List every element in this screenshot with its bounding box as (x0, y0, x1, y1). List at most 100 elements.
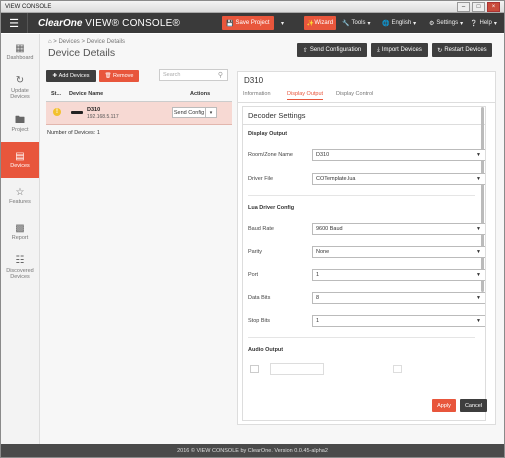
breadcrumb-device-details: Device Details (86, 39, 126, 45)
decoder-settings-panel: Decoder Settings Display Output Room/Zon… (242, 106, 486, 421)
driver-file-label: Driver File (248, 176, 274, 182)
save-project-button[interactable]: 💾 Save Project (222, 16, 274, 30)
close-button[interactable]: × (487, 1, 500, 12)
language-menu[interactable]: 🌐 English ▾ (382, 16, 416, 30)
add-devices-button[interactable]: ✚ Add Devices (46, 70, 96, 82)
main-content: ⌂ > Devices > Device Details Device Deta… (40, 34, 504, 444)
settings-menu[interactable]: ⚙ Settings ▾ (429, 16, 463, 30)
divider (248, 195, 475, 196)
baud-rate-select[interactable]: 9600 Baud ▼ (312, 223, 485, 235)
save-project-label: Save Project (235, 20, 270, 26)
save-icon: 💾 (226, 20, 236, 27)
apply-button[interactable]: Apply (432, 399, 456, 412)
restart-devices-button[interactable]: ↻ Restart Devices (432, 43, 492, 57)
port-value: 1 (316, 272, 320, 278)
sidebar-item-label: Discovered Devices (6, 267, 34, 281)
wizard-button[interactable]: ✨ Wizard (304, 16, 336, 30)
wizard-label: Wizard (314, 20, 334, 26)
tab-display-output[interactable]: Display Output (287, 91, 324, 100)
detail-tabs: Information Display Output Display Contr… (238, 89, 495, 103)
send-config-button[interactable]: Send Config (173, 108, 206, 117)
audio-field[interactable] (270, 363, 324, 375)
hdd-icon: ▤ (15, 150, 25, 162)
stop-bits-select[interactable]: 1 ▼ (312, 315, 485, 327)
cancel-button[interactable]: Cancel (460, 399, 487, 412)
tab-information[interactable]: Information (243, 91, 271, 97)
sidebar-item-project[interactable]: 🖿 Project (1, 106, 39, 142)
data-bits-value: 8 (316, 295, 320, 301)
remove-label: Remove (113, 73, 134, 79)
divider (248, 337, 475, 338)
chevron-down-icon: ▾ (493, 20, 497, 27)
chevron-down-icon: ▾ (367, 20, 371, 27)
baud-rate-label: Baud Rate (248, 226, 274, 232)
minimize-button[interactable]: – (457, 1, 470, 12)
remove-button[interactable]: 🗑 Remove (99, 70, 139, 82)
sidebar-item-update-devices[interactable]: ↻ Update Devices (1, 70, 39, 106)
data-bits-select[interactable]: 8 ▼ (312, 292, 485, 304)
grid-icon: ☷ (15, 255, 25, 267)
driver-file-select[interactable]: COTemplate.lua ▼ (312, 173, 485, 185)
audio-checkbox[interactable] (250, 365, 259, 373)
chevron-down-icon: ▼ (476, 272, 481, 278)
star-icon: ☆ (15, 186, 25, 198)
baud-rate-value: 9600 Baud (316, 226, 343, 232)
warning-icon: ! (53, 108, 61, 116)
chevron-down-icon: ▼ (476, 249, 481, 255)
sidebar-item-label: Project (11, 127, 29, 134)
sidebar-item-discovered-devices[interactable]: ☷ Discovered Devices (1, 250, 39, 286)
restart-icon: ↻ (437, 47, 443, 54)
add-devices-label: Add Devices (58, 73, 90, 79)
send-config-split-button[interactable]: Send Config ▾ (172, 107, 217, 118)
sidebar-item-label: Devices (10, 163, 30, 170)
sidebar-item-label: Report (11, 235, 29, 242)
parity-select[interactable]: None ▼ (312, 246, 485, 258)
table-row[interactable]: ! D310 192.168.5.117 Send Config ▾ (46, 102, 232, 125)
chevron-down-icon: ▼ (476, 318, 481, 324)
scrollbar[interactable] (481, 107, 484, 292)
bar-chart-icon: ▩ (15, 222, 25, 234)
tools-label: Tools (351, 20, 366, 26)
search-icon: ⚲ (217, 72, 223, 79)
lua-config-section: Lua Driver Config (248, 205, 295, 211)
chevron-down-icon[interactable]: ▾ (206, 110, 216, 116)
parity-label: Parity (248, 249, 263, 255)
sidebar-item-features[interactable]: ☆ Features (1, 178, 39, 214)
wrench-icon: 🔧 (342, 20, 350, 27)
device-detail-title: D310 (244, 76, 264, 85)
send-configuration-button[interactable]: ⇧ Send Configuration (297, 43, 367, 57)
tab-display-control[interactable]: Display Control (336, 91, 373, 97)
wizard-icon: ✨ (306, 20, 315, 27)
home-icon[interactable]: ⌂ (48, 39, 52, 45)
sidebar-item-report[interactable]: ▩ Report (1, 214, 39, 250)
device-count: Number of Devices: 1 (47, 130, 100, 136)
sidebar-item-devices[interactable]: ▤ Devices (1, 142, 39, 178)
sidebar-item-dashboard[interactable]: ▦ Dashboard (1, 34, 39, 70)
maximize-button[interactable]: □ (472, 1, 485, 12)
upload-icon: ⇧ (302, 47, 308, 54)
room-zone-select[interactable]: D310 ▼ (312, 149, 485, 161)
column-header-status[interactable]: St... (51, 91, 61, 97)
data-bits-label: Data Bits (248, 295, 271, 301)
audio-output-section: Audio Output (248, 347, 284, 353)
save-dropdown-caret[interactable]: ▾ (281, 16, 284, 30)
breadcrumb: ⌂ > Devices > Device Details (48, 39, 126, 45)
column-header-device-name[interactable]: Device Name (69, 91, 103, 97)
brand: ClearOne VIEW® CONSOLE® (38, 18, 180, 29)
import-devices-button[interactable]: ⤓ Import Devices (371, 43, 428, 57)
stop-bits-value: 1 (316, 318, 320, 324)
room-zone-label: Room/Zone Name (248, 152, 293, 158)
footer: 2016 © VIEW CONSOLE by ClearOne. Version… (1, 444, 504, 457)
app-name: VIEW® CONSOLE® (85, 17, 181, 29)
device-detail-panel: D310 Information Display Output Display … (237, 71, 496, 425)
breadcrumb-devices[interactable]: Devices (58, 39, 79, 45)
chevron-down-icon: ▼ (476, 295, 481, 301)
tools-menu[interactable]: 🔧 Tools ▾ (342, 16, 371, 30)
port-select[interactable]: 1 ▼ (312, 269, 485, 281)
search-input[interactable]: Search ⚲ (159, 69, 228, 81)
devices-table: St... Device Name Actions ! D310 192.168… (46, 87, 232, 127)
hamburger-menu-icon[interactable]: ☰ (1, 13, 28, 33)
audio-option-checkbox[interactable] (393, 365, 402, 373)
page-title: Device Details (48, 47, 116, 59)
help-menu[interactable]: ❔ Help ▾ (470, 16, 497, 30)
